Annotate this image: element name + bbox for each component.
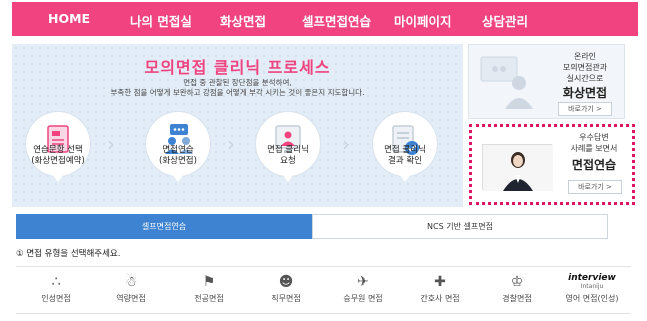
category-major[interactable]: ⚑ 전공면접: [171, 273, 247, 313]
category-flight-attendant[interactable]: ✈ 승무원 면접: [325, 273, 401, 313]
step-1-line1: 연습문항 선택: [33, 145, 83, 155]
step-1-line2: (화상면접예약): [31, 156, 85, 166]
step-3-line1: 면접 클리닉: [267, 145, 309, 155]
group-icon: ∴: [51, 274, 61, 290]
category-label: 영어 면접(인성): [565, 294, 619, 303]
promo-online-line3: 실시간으로: [566, 74, 604, 83]
team-icon: ☃: [124, 274, 138, 290]
nav-my-interview-room[interactable]: 나의 면접실: [130, 11, 192, 30]
step-2-pointer: [169, 170, 187, 182]
presenter-icon: ⚑: [202, 274, 216, 290]
step-2-label: 면접연습 (화상면접): [133, 145, 223, 167]
top-nav: HOME 나의 면접실 화상면접 셀프면접연습 마이페이지 상담관리: [12, 2, 638, 36]
category-nurse[interactable]: ✚ 간호사 면접: [402, 273, 478, 313]
step-4-line2: 결과 확인: [388, 156, 422, 166]
promo-online-go-button[interactable]: 바로가기 >: [558, 102, 612, 116]
category-label: 직무면접: [271, 294, 301, 303]
interviewee-image: [483, 145, 553, 191]
nav-home[interactable]: HOME: [48, 11, 90, 26]
step-4-pointer: [396, 170, 414, 182]
category-label: 전공면접: [194, 294, 224, 303]
step-1-pointer: [49, 170, 67, 182]
chevron-right-icon: ›: [342, 132, 350, 156]
category-label: 인성면접: [41, 294, 71, 303]
promo-practice-go-button[interactable]: 바로가기 >: [568, 180, 622, 194]
nav-video-interview[interactable]: 화상면접: [220, 11, 266, 30]
category-label: 역량면접: [116, 294, 146, 303]
category-english[interactable]: interview Intaniju 영어 면접(인성): [554, 273, 630, 313]
police-icon: ♔: [510, 274, 524, 290]
worker-icon: ☻: [278, 274, 294, 290]
promo-practice-line2: 사례를 보면서: [570, 144, 618, 153]
step-2-line1: 면접연습: [162, 145, 194, 155]
category-label: 경찰면접: [502, 294, 532, 303]
step-3-pointer: [279, 170, 297, 182]
interview-video-thumbnail: [482, 144, 553, 191]
chevron-right-icon: ›: [227, 132, 235, 156]
chevron-right-icon: ›: [107, 132, 115, 156]
step-2-line2: (화상면접): [159, 156, 197, 166]
interview-logo-subtext: Intaniju: [580, 283, 604, 290]
step-1-label: 연습문항 선택 (화상면접예약): [13, 145, 103, 167]
category-job[interactable]: ☻ 직무면접: [248, 273, 324, 313]
interview-logo-text: interview: [568, 273, 616, 283]
category-competency[interactable]: ☃ 역량면접: [93, 273, 169, 313]
airplane-icon: ✈: [357, 274, 369, 290]
step-4-label: 면접 클리닉 결과 확인: [360, 145, 450, 167]
banner-title: 모의면접 클리닉 프로세스: [144, 58, 331, 77]
select-interview-type-instruction: ① 면접 유형을 선택해주세요.: [16, 249, 121, 259]
category-police[interactable]: ♔ 경찰면접: [479, 273, 555, 313]
promo-online-line2: 모의면접관과: [562, 63, 608, 72]
medical-kit-icon: ✚: [434, 274, 446, 290]
promo-practice-line1: 우수답변: [579, 133, 609, 142]
nav-counseling[interactable]: 상담관리: [482, 11, 528, 30]
interview-type-list: ∴ 인성면접 ☃ 역량면접 ⚑ 전공면접 ☻ 직무면접 ✈ 승무원 면접 ✚ 간…: [16, 266, 631, 314]
step-3-line2: 요청: [280, 156, 296, 166]
clinic-process-banner: 모의면접 클리닉 프로세스 면접 중 관찰된 장단점을 분석하여, 부족한 점을…: [12, 44, 463, 207]
nav-my-page[interactable]: 마이페이지: [394, 11, 452, 30]
tab-self-interview-practice[interactable]: 셀프면접연습: [16, 214, 312, 239]
nav-self-interview-practice[interactable]: 셀프면접연습: [302, 11, 371, 30]
banner-subtitle-line2: 부족한 점을 어떻게 보완하고 강점을 어떻게 부각 시키는 것이 좋은지 지도…: [110, 88, 365, 97]
promo-practice-interview[interactable]: 우수답변 사례를 보면서 면접연습 바로가기 >: [469, 124, 635, 205]
promo-online-interview[interactable]: 온라인 모의면접관과 실시간으로 화상면접 바로가기 >: [468, 44, 625, 119]
step-3-label: 면접 클리닉 요청: [243, 145, 333, 167]
interview-logo: interview Intaniju: [554, 273, 630, 291]
category-label: 승무원 면접: [343, 294, 383, 303]
tab-ncs-self-interview[interactable]: NCS 기반 셀프면접: [312, 214, 608, 239]
promo-practice-highlight: 면접연습: [571, 158, 617, 172]
person-monitor-icon: [480, 56, 533, 109]
promo-online-highlight: 화상면접: [562, 86, 608, 100]
promo-online-line1: 온라인: [573, 52, 597, 61]
step-4-line1: 면접 클리닉: [384, 145, 426, 155]
category-label: 간호사 면접: [420, 294, 460, 303]
category-personality[interactable]: ∴ 인성면접: [18, 273, 94, 313]
